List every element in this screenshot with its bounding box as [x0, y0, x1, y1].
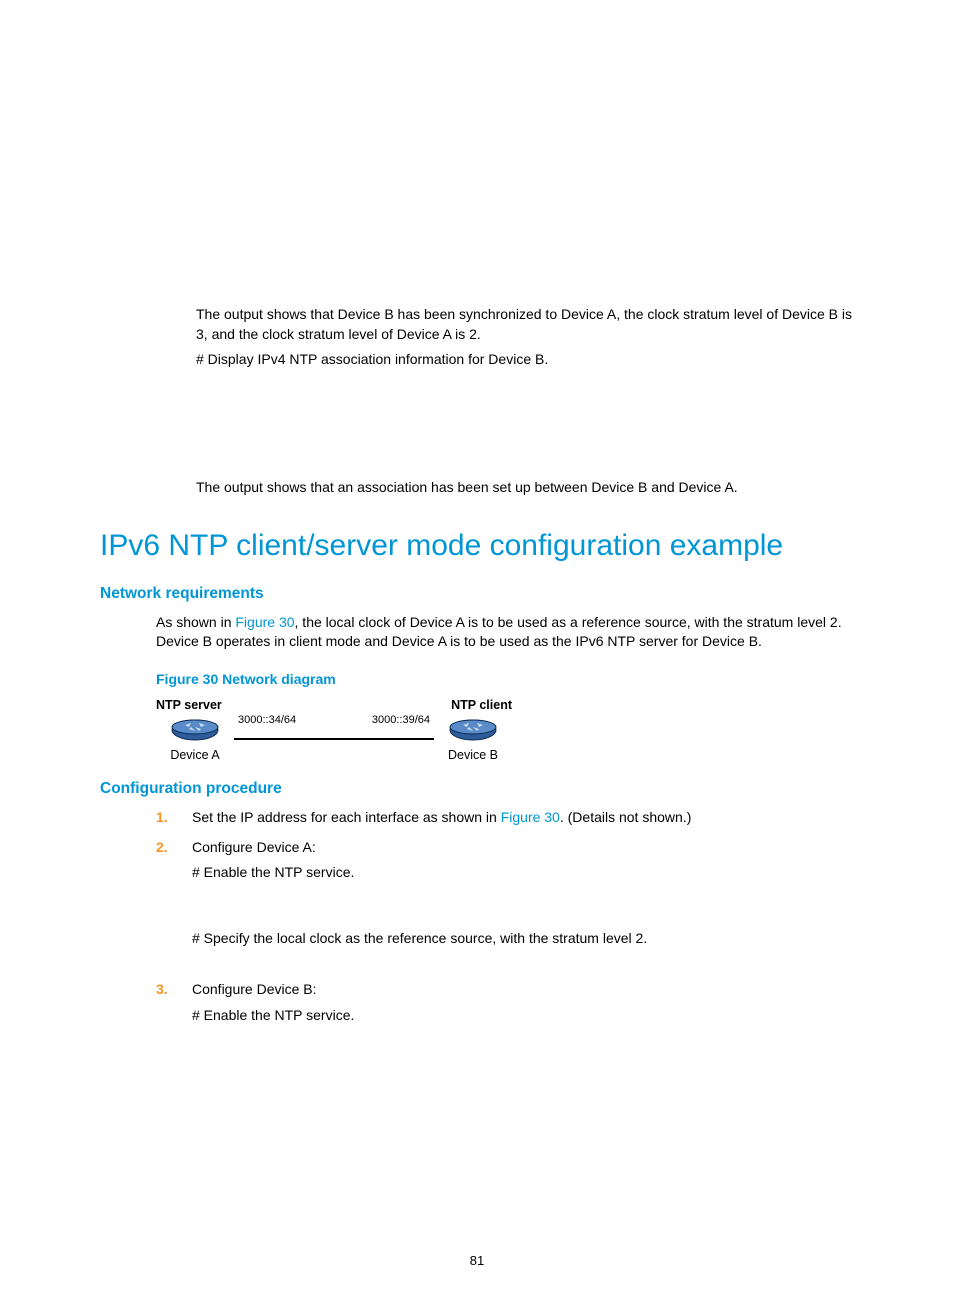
page-heading: IPv6 NTP client/server mode configuratio… — [100, 527, 856, 565]
step-2-sub1: # Enable the NTP service. — [192, 863, 856, 883]
step-1-text-post: . (Details not shown.) — [560, 809, 692, 825]
figure-caption: Figure 30 Network diagram — [100, 670, 856, 690]
router-icon — [449, 719, 497, 741]
ip-address-a: 3000::34/64 — [238, 713, 296, 728]
ip-address-b: 3000::39/64 — [372, 713, 430, 728]
step-3-sub1: # Enable the NTP service. — [192, 1006, 856, 1026]
network-diagram: NTP server NTP client 3000::34/64 3000::… — [100, 697, 856, 764]
step-1-text-pre: Set the IP address for each interface as… — [192, 809, 501, 825]
intro-para-2: # Display IPv4 NTP association informati… — [100, 350, 856, 370]
intro-para-1: The output shows that Device B has been … — [100, 305, 856, 344]
intro-para-3: The output shows that an association has… — [100, 478, 856, 498]
ntp-server-label: NTP server — [156, 697, 222, 715]
step-marker: 3. — [156, 980, 192, 1025]
step-2-sub2: # Specify the local clock as the referen… — [192, 929, 856, 949]
figure-link-30a[interactable]: Figure 30 — [235, 614, 294, 630]
section-configuration-procedure: Configuration procedure — [100, 778, 856, 800]
ntp-client-label: NTP client — [451, 697, 512, 715]
step-2: 2. Configure Device A: # Enable the NTP … — [156, 838, 856, 971]
step-3: 3. Configure Device B: # Enable the NTP … — [156, 980, 856, 1025]
step-3-text: Configure Device B: — [192, 980, 856, 1000]
device-b-label: Device B — [448, 747, 498, 765]
device-a-label: Device A — [170, 747, 219, 765]
step-marker: 2. — [156, 838, 192, 971]
section-network-requirements: Network requirements — [100, 583, 856, 605]
step-1: 1. Set the IP address for each interface… — [156, 808, 856, 828]
network-link-line — [234, 738, 434, 740]
router-icon — [171, 719, 219, 741]
procedure-list: 1. Set the IP address for each interface… — [100, 808, 856, 1026]
netreq-body-pre: As shown in — [156, 614, 235, 630]
step-marker: 1. — [156, 808, 192, 828]
netreq-body: As shown in Figure 30, the local clock o… — [100, 613, 856, 652]
page-number: 81 — [0, 1252, 954, 1270]
step-2-text: Configure Device A: — [192, 838, 856, 858]
figure-link-30b[interactable]: Figure 30 — [501, 809, 560, 825]
